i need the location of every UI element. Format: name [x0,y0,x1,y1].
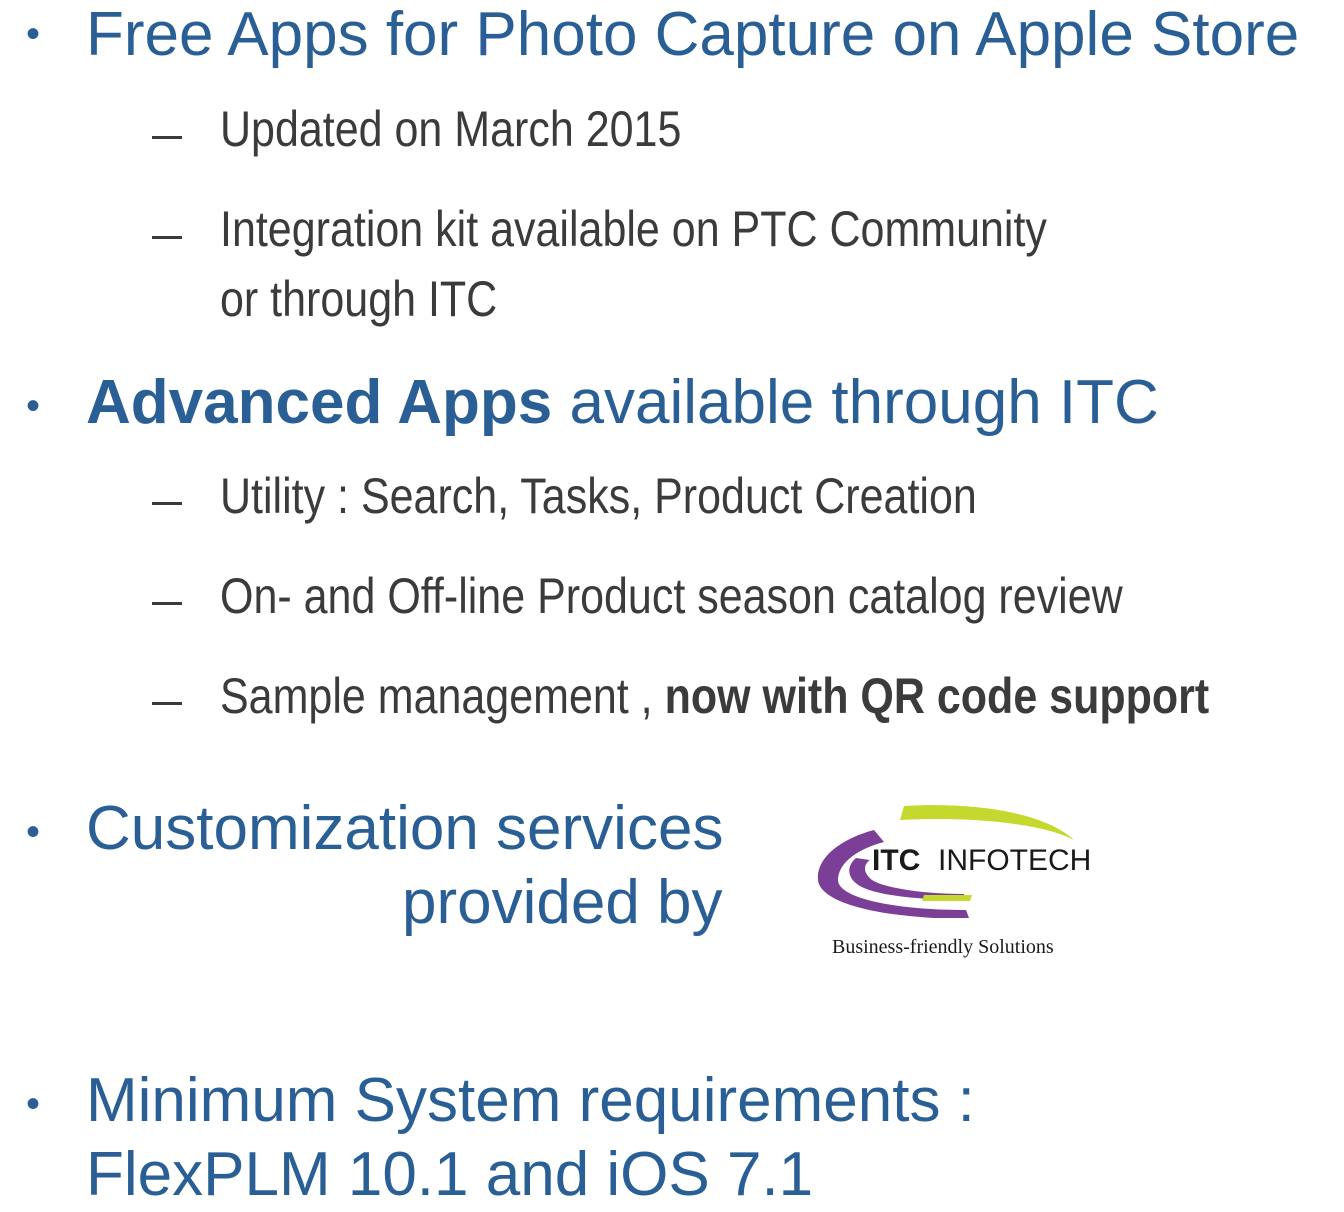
bullet-dot: • [26,12,41,56]
bullet-dot: • [26,810,41,854]
subitem-integration-kit-cont: or through ITC [220,271,498,327]
bullet-customization-cont: provided by [402,868,723,937]
subitem-sample-management-text: Sample management , [220,668,665,724]
logo-text-itc: ITC [872,844,921,877]
dash-marker [152,602,182,605]
bullet-minimum-requirements-cont: FlexPLM 10.1 and iOS 7.1 [86,1140,814,1209]
bullet-advanced-apps-bold: Advanced Apps [86,368,553,437]
dash-marker [152,502,182,505]
logo-text-infotech: INFOTECH [938,844,1092,877]
logo-tagline: Business-friendly Solutions [832,936,1054,958]
bullet-dot: • [26,384,41,428]
dash-marker [152,702,182,705]
dash-marker [152,136,182,139]
subitem-updated: Updated on March 2015 [220,101,682,157]
itc-infotech-logo: ITC INFOTECH Business-friendly Solutions [804,800,1114,970]
bullet-advanced-apps: Advanced Apps available through ITC [86,366,1159,440]
subitem-sample-management: Sample management , now with QR code sup… [220,661,1209,731]
subitem-catalog-review: On- and Off-line Product season catalog … [220,568,1123,624]
dash-marker [152,236,182,239]
logo-green-underline [922,895,972,901]
subitem-utility: Utility : Search, Tasks, Product Creatio… [220,468,977,524]
bullet-minimum-requirements: Minimum System requirements : [86,1066,975,1135]
bullet-free-apps: Free Apps for Photo Capture on Apple Sto… [86,0,1300,69]
bullet-customization: Customization services [86,794,724,863]
bullet-advanced-apps-rest: available through ITC [552,368,1159,437]
subitem-integration-kit: Integration kit available on PTC Communi… [220,201,1047,257]
logo-green-swoosh [900,805,1074,840]
bullet-dot: • [26,1082,41,1126]
subitem-qr-support: now with QR code support [664,668,1210,724]
